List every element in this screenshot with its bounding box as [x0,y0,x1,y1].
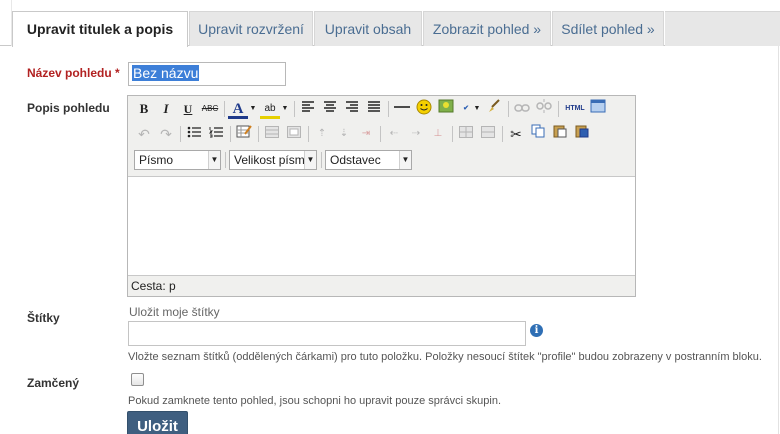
toolbar-separator [502,126,503,142]
title-label: Název pohledu * [27,66,120,80]
tab-share-view[interactable]: Sdílet pohled » [552,11,664,46]
toolbar-separator [388,101,389,117]
tab-bar-filler [665,11,780,46]
editor-toolbar-row-2: ↶ ↷ ⇡ ⇣ ⇥ ⇠ ⇢ ⊥ ✂ [132,124,632,146]
toolbar-separator [508,101,509,117]
title-input[interactable]: Bez názvu [128,62,286,86]
info-icon[interactable]: i [530,324,543,337]
image-icon[interactable] [436,99,456,119]
bullet-list-icon[interactable] [184,124,204,144]
toolbar-separator [225,152,226,168]
paste-word-icon[interactable] [572,124,592,144]
toolbar-separator [452,126,453,142]
merge-cells-icon[interactable] [478,124,498,144]
align-right-icon[interactable] [342,99,362,119]
tab-edit-layout[interactable]: Upravit rozvržení [189,11,313,46]
font-size-select[interactable]: Velikost písma ▼ [229,150,317,170]
toolbar-separator [224,101,225,117]
link-icon[interactable] [512,99,532,119]
block-format-select-value: Odstavec [330,153,381,167]
insert-col-before-icon[interactable]: ⇠ [384,124,404,144]
spellcheck-dropdown-icon[interactable]: ▼ [472,99,482,119]
font-color-dropdown-icon[interactable]: ▼ [248,99,258,119]
font-color-button[interactable]: A [228,99,248,119]
tags-label: Štítky [27,311,60,325]
toolbar-separator [230,126,231,142]
locked-checkbox[interactable] [131,373,144,386]
editor-toolbar-row-1: B I U ABC A ▼ ab ▼ ✔ ▼ HTML [132,99,632,121]
numbered-list-icon[interactable] [206,124,226,144]
undo-icon[interactable]: ↶ [134,124,154,144]
emoticon-icon[interactable] [414,99,434,119]
highlight-button[interactable]: ab [260,99,280,119]
insert-col-after-icon[interactable]: ⇢ [406,124,426,144]
toolbar-separator [321,152,322,168]
toolbar-separator [308,126,309,142]
align-justify-icon[interactable] [364,99,384,119]
align-left-icon[interactable] [298,99,318,119]
editor-path-bar: Cesta: p [131,279,176,293]
table-edit-icon[interactable] [234,124,254,144]
delete-row-icon[interactable]: ⇥ [356,124,376,144]
chevron-down-icon: ▼ [304,151,316,169]
insert-row-before-icon[interactable]: ⇡ [312,124,332,144]
rich-text-editor: B I U ABC A ▼ ab ▼ ✔ ▼ HTML ↶ ↷ ⇡ ⇣ ⇥ ⇠ … [127,95,636,297]
toolbar-separator [380,126,381,142]
redo-icon[interactable]: ↷ [156,124,176,144]
editor-content-area[interactable] [128,176,635,276]
block-format-select[interactable]: Odstavec ▼ [325,150,412,170]
chevron-down-icon: ▼ [399,151,411,169]
tab-edit-content[interactable]: Upravit obsah [314,11,422,46]
toolbar-separator [294,101,295,117]
toolbar-separator [258,126,259,142]
toolbar-separator [180,126,181,142]
delete-col-icon[interactable]: ⊥ [428,124,448,144]
unlink-icon[interactable] [534,99,554,119]
required-marker: * [115,66,120,80]
locked-label: Zamčený [27,376,80,390]
italic-button[interactable]: I [156,99,176,119]
font-family-select-value: Písmo [139,153,174,167]
paste-icon[interactable] [550,124,570,144]
description-label: Popis pohledu [27,101,110,115]
bold-button[interactable]: B [134,99,154,119]
editor-toolbar-row-3: Písmo ▼ Velikost písma ▼ Odstavec ▼ [132,150,632,172]
cleanup-brush-icon[interactable] [484,99,504,119]
chevron-down-icon: ▼ [208,151,220,169]
title-label-text: Název pohledu [27,66,112,80]
underline-button[interactable]: U [178,99,198,119]
html-source-button[interactable]: HTML [562,99,588,119]
tab-bar-edge [0,0,12,46]
horizontal-rule-icon[interactable] [392,99,412,119]
toolbar-separator [558,101,559,117]
highlight-dropdown-icon[interactable]: ▼ [280,99,290,119]
align-center-icon[interactable] [320,99,340,119]
save-button[interactable]: Uložit [127,411,188,434]
split-cells-icon[interactable] [456,124,476,144]
title-input-value: Bez názvu [132,65,200,81]
locked-help-text: Pokud zamknete tento pohled, jsou schopn… [128,395,502,407]
tags-input[interactable] [128,321,526,346]
fullscreen-icon[interactable] [588,99,608,119]
tab-display-view[interactable]: Zobrazit pohled » [423,11,551,46]
table-row-props-icon[interactable] [262,124,282,144]
font-family-select[interactable]: Písmo ▼ [134,150,221,170]
cut-icon[interactable]: ✂ [506,124,526,144]
tags-saved-link[interactable]: Uložit moje štítky [129,305,220,319]
tags-help-text: Vložte seznam štítků (oddělených čárkami… [128,351,762,363]
insert-row-after-icon[interactable]: ⇣ [334,124,354,144]
tab-edit-title[interactable]: Upravit titulek a popis [12,11,188,47]
table-cell-props-icon[interactable] [284,124,304,144]
tab-bar: Upravit titulek a popis Upravit rozvržen… [0,0,780,47]
font-size-select-value: Velikost písma [234,153,312,167]
content-right-border [778,46,779,434]
strikethrough-button[interactable]: ABC [200,99,220,119]
copy-icon[interactable] [528,124,548,144]
